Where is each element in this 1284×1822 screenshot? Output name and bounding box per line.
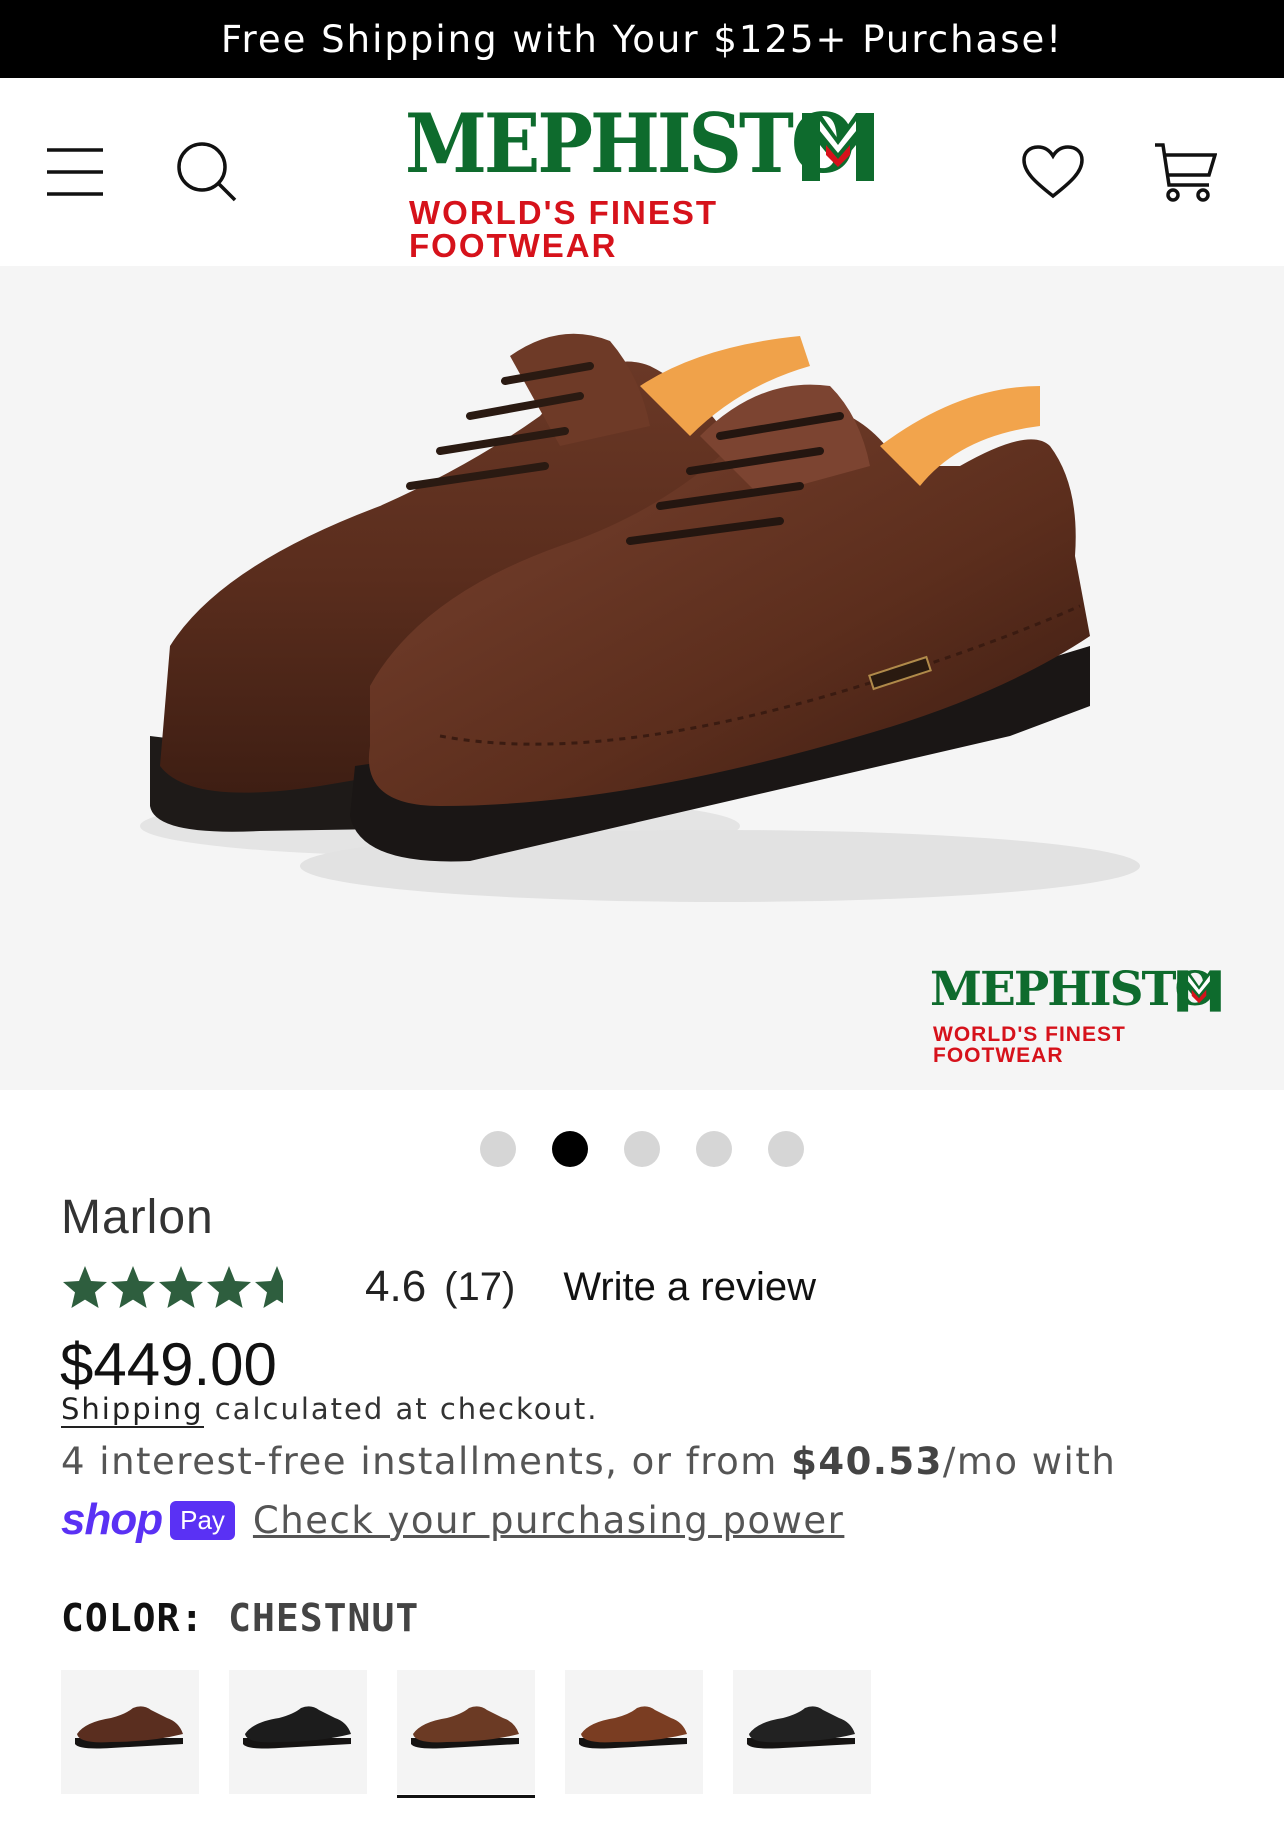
announcement-text: Free Shipping with Your $125+ Purchase! (220, 17, 1064, 61)
carousel-dots (480, 1131, 804, 1167)
swatch-chestnut[interactable] (397, 1670, 535, 1798)
write-review-link[interactable]: Write a review (563, 1265, 816, 1310)
shoe-thumbnail-icon (747, 1706, 855, 1749)
shop-pay-row: shop Pay Check your purchasing power (61, 1495, 844, 1545)
product-price: $449.00 (60, 1331, 277, 1398)
shipping-note: Shipping calculated at checkout. (61, 1392, 599, 1428)
heart-icon (1022, 145, 1084, 199)
pay-badge: Pay (170, 1500, 235, 1540)
check-purchasing-power-link[interactable]: Check your purchasing power (253, 1499, 844, 1542)
announcement-bar: Free Shipping with Your $125+ Purchase! (0, 0, 1284, 78)
color-label: COLOR: (61, 1596, 205, 1640)
watermark-wordmark: MEPHISTO (930, 962, 1215, 1017)
shoe-thumbnail-icon (75, 1706, 183, 1749)
shoe-thumbnail-icon (411, 1706, 519, 1749)
brand-logo[interactable]: MEPHISTO WORLD'S FINEST FOOTWEAR (405, 97, 885, 262)
cart-button[interactable] (1143, 130, 1227, 214)
menu-button[interactable] (33, 130, 117, 214)
watermark-logo: MEPHISTO WORLD'S FINEST FOOTWEAR (930, 962, 1230, 1066)
site-header: MEPHISTO WORLD'S FINEST FOOTWEAR (0, 78, 1284, 266)
swatch-black[interactable] (229, 1670, 367, 1794)
color-swatches (61, 1670, 871, 1798)
swatch-tan[interactable] (565, 1670, 703, 1794)
carousel-dot[interactable] (624, 1131, 660, 1167)
star-icon (63, 1266, 107, 1308)
hamburger-icon (47, 148, 103, 196)
search-button[interactable] (165, 130, 249, 214)
installments-note: 4 interest-free installments, or from $4… (61, 1440, 1116, 1483)
product-image-carousel[interactable]: MEPHISTO WORLD'S FINEST FOOTWEAR (0, 266, 1284, 1090)
wishlist-button[interactable] (1011, 130, 1095, 214)
carousel-dot-active[interactable] (552, 1131, 588, 1167)
shoe-thumbnail-icon (243, 1706, 351, 1749)
star-rating[interactable] (61, 1264, 301, 1310)
star-icon (111, 1266, 155, 1308)
shipping-note-text: calculated at checkout. (203, 1392, 599, 1426)
star-icon (207, 1266, 251, 1308)
rating-row: 4.6 (17) Write a review (61, 1262, 816, 1312)
installment-amount: $40.53 (791, 1440, 943, 1483)
product-title: Marlon (61, 1191, 214, 1244)
color-selector-label: COLOR: CHESTNUT (61, 1596, 419, 1640)
carousel-dot[interactable] (696, 1131, 732, 1167)
installments-prefix: 4 interest-free installments, or from (61, 1440, 792, 1483)
carousel-dot[interactable] (768, 1131, 804, 1167)
watermark-tagline: WORLD'S FINEST FOOTWEAR (933, 1023, 1126, 1067)
color-value: CHESTNUT (228, 1596, 420, 1640)
shop-pay-logo: shop (61, 1495, 163, 1544)
carousel-dot[interactable] (480, 1131, 516, 1167)
m-emblem-icon (1177, 970, 1221, 1012)
logo-tagline: WORLD'S FINEST FOOTWEAR (409, 194, 718, 264)
rating-value: 4.6 (365, 1262, 427, 1311)
installments-suffix: /mo with (942, 1440, 1117, 1483)
shipping-link[interactable]: Shipping (61, 1392, 204, 1428)
star-icon (159, 1266, 203, 1308)
swatch-brown[interactable] (61, 1670, 199, 1794)
shoe-thumbnail-icon (579, 1706, 687, 1749)
search-icon (177, 142, 237, 202)
cart-icon (1155, 143, 1217, 202)
rating-count[interactable]: (17) (444, 1265, 515, 1310)
logo-wordmark: MEPHISTO (405, 97, 855, 192)
m-emblem-icon (802, 113, 874, 181)
star-half-icon (255, 1266, 283, 1308)
swatch-black-grain[interactable] (733, 1670, 871, 1794)
